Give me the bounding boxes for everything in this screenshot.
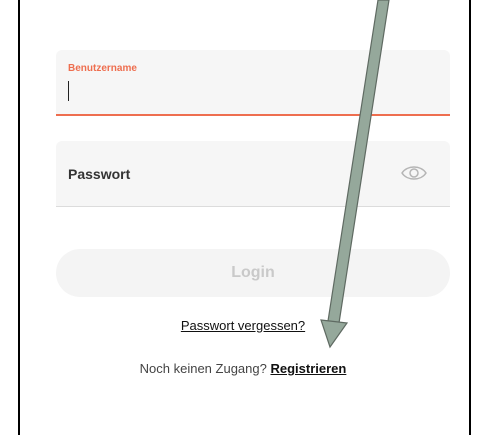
login-button[interactable]: Login xyxy=(56,249,450,297)
text-cursor xyxy=(68,81,69,101)
password-placeholder: Passwort xyxy=(68,166,131,182)
password-field[interactable]: Passwort xyxy=(56,141,450,207)
register-link[interactable]: Registrieren xyxy=(270,361,346,376)
username-label: Benutzername xyxy=(68,63,137,74)
eye-icon[interactable] xyxy=(400,163,428,183)
username-field[interactable]: Benutzername xyxy=(56,50,450,116)
forgot-password-link[interactable]: Passwort vergessen? xyxy=(0,318,486,333)
register-line: Noch keinen Zugang? Registrieren xyxy=(0,361,486,376)
register-prompt: Noch keinen Zugang? xyxy=(139,361,267,376)
